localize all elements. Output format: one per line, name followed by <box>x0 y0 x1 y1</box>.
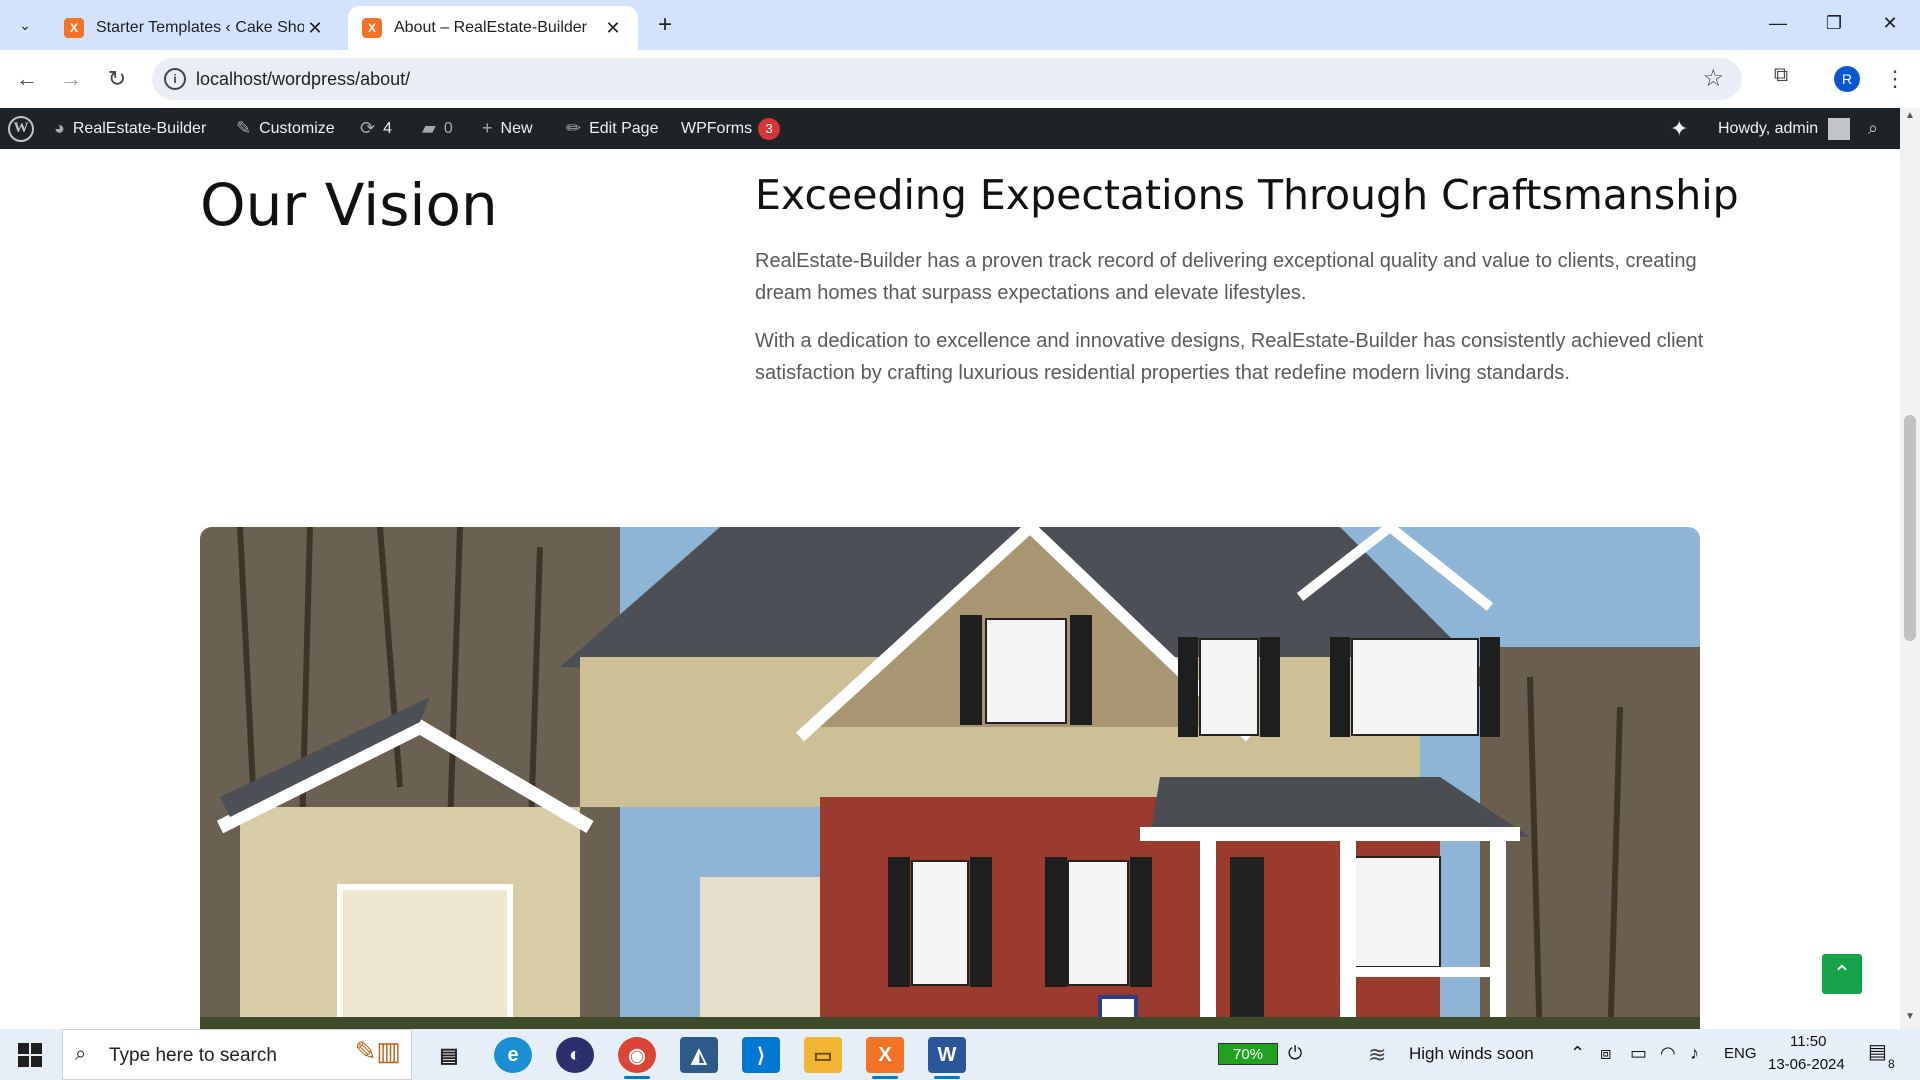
url-text[interactable]: localhost/wordpress/about/ <box>196 69 410 90</box>
tab-starter-templates[interactable]: X Starter Templates ‹ Cake Shop – ✕ <box>50 6 340 50</box>
wp-logo-menu[interactable]: W <box>8 108 34 149</box>
xampp-favicon-icon: X <box>362 18 382 38</box>
search-highlight-icon: ✎▥ <box>354 1036 401 1066</box>
paragraph-dedication: With a dedication to excellence and inno… <box>755 330 1704 384</box>
clock-time[interactable]: 11:50 <box>1790 1033 1826 1050</box>
back-icon[interactable]: ← <box>12 64 42 94</box>
edit-page-label: Edit Page <box>589 119 659 137</box>
customize-link[interactable]: ✎ Customize <box>236 108 335 149</box>
notification-count: 8 <box>1888 1057 1895 1071</box>
new-tab-button[interactable]: + <box>650 10 680 40</box>
updates-count: 4 <box>383 119 392 137</box>
browser-menu-icon[interactable]: ⋮ <box>1880 64 1910 94</box>
reload-icon[interactable]: ↻ <box>102 64 132 94</box>
taskbar-search-box[interactable]: ⌕ Type here to search ✎▥ <box>62 1029 412 1080</box>
clock-date[interactable]: 13-06-2024 <box>1768 1056 1845 1073</box>
scroll-down-arrow-icon[interactable]: ▼ <box>1900 1011 1920 1027</box>
word-active-indicator <box>934 1076 960 1079</box>
dashboard-icon: ◕ <box>54 118 65 138</box>
wifi-icon[interactable]: ◠ <box>1660 1043 1676 1064</box>
xampp-active-indicator <box>872 1076 898 1079</box>
edit-page-link[interactable]: ✏ Edit Page <box>566 108 658 149</box>
new-content-menu[interactable]: + New <box>482 108 533 149</box>
tab-title: About – RealEstate-Builder <box>394 19 587 36</box>
notification-center-icon[interactable]: ▤ <box>1868 1039 1887 1064</box>
close-tab-icon[interactable]: ✕ <box>304 18 326 39</box>
meet-now-icon[interactable]: ⧈ <box>1600 1043 1611 1064</box>
xampp-icon[interactable]: X <box>866 1037 904 1073</box>
plug-icon: ⏻ <box>1288 1043 1303 1063</box>
volume-icon[interactable]: ♪ <box>1690 1043 1699 1064</box>
chrome-icon[interactable]: ◉ <box>618 1037 656 1073</box>
mysql-workbench-icon[interactable]: ◭ <box>680 1037 718 1073</box>
plus-icon: + <box>482 118 493 138</box>
howdy-label: Howdy, admin <box>1718 119 1819 137</box>
xampp-favicon-icon: X <box>64 18 84 38</box>
extensions-icon[interactable]: ⧉ <box>1766 64 1796 94</box>
minimize-icon[interactable]: — <box>1758 8 1798 38</box>
show-hidden-icons-chevron[interactable]: ⌃ <box>1570 1043 1585 1064</box>
task-view-icon[interactable]: ▤ <box>430 1037 468 1073</box>
edge-icon[interactable]: e <box>494 1037 532 1073</box>
comment-icon: ▰ <box>422 118 436 138</box>
admin-search-icon[interactable]: ⌕ <box>1868 108 1878 149</box>
browser-toolbar: ← → ↻ i localhost/wordpress/about/ ☆ ⧉ R… <box>0 50 1920 108</box>
scroll-to-top-button[interactable]: ⌃ <box>1822 954 1862 994</box>
battery-icon[interactable]: ▭ <box>1630 1043 1647 1064</box>
site-name-menu[interactable]: ◕ RealEstate-Builder <box>54 108 206 149</box>
my-account-menu[interactable]: Howdy, admin <box>1718 108 1851 149</box>
word-icon[interactable]: W <box>928 1037 966 1073</box>
admin-avatar <box>1828 117 1851 140</box>
tab-search-chevron-icon[interactable]: ⌄ <box>10 10 40 40</box>
vscode-icon[interactable]: ⟩ <box>742 1037 780 1073</box>
search-placeholder: Type here to search <box>109 1045 277 1066</box>
file-explorer-icon[interactable]: ▭ <box>804 1037 842 1073</box>
wpforms-notification-badge: 3 <box>758 117 781 140</box>
wind-icon: ≋ <box>1368 1042 1387 1067</box>
scrollbar-thumb[interactable] <box>1904 415 1916 641</box>
tab-about[interactable]: X About – RealEstate-Builder ✕ <box>348 6 638 50</box>
paragraph-track-record: RealEstate-Builder has a proven track re… <box>755 250 1697 304</box>
customize-label: Customize <box>259 119 335 137</box>
windows-start-icon[interactable] <box>18 1043 42 1067</box>
restore-icon[interactable]: ❐ <box>1814 8 1854 38</box>
vision-heading: Our Vision <box>200 171 498 239</box>
close-window-icon[interactable]: ✕ <box>1870 8 1910 38</box>
search-icon: ⌕ <box>75 1043 87 1065</box>
page-scrollbar[interactable]: ▲ ▼ <box>1900 108 1920 1029</box>
forward-icon[interactable]: → <box>56 64 86 94</box>
site-name-label: RealEstate-Builder <box>72 119 207 137</box>
updates-link[interactable]: ⟳ 4 <box>360 108 392 149</box>
new-label: New <box>500 119 533 137</box>
bookmark-star-icon[interactable]: ☆ <box>1702 64 1724 93</box>
language-indicator[interactable]: ENG <box>1724 1045 1757 1062</box>
page-content: Our Vision Exceeding Expectations Throug… <box>0 149 1900 1029</box>
windows-taskbar: ⌕ Type here to search ✎▥ ▤ e ◐ ◉ ◭ ⟩ ▭ X… <box>0 1029 1920 1080</box>
browser-tab-strip: ⌄ X Starter Templates ‹ Cake Shop – ✕ X … <box>0 0 1920 50</box>
profile-avatar[interactable]: R <box>1834 66 1860 92</box>
comments-link[interactable]: ▰ 0 <box>422 108 453 149</box>
battery-meter[interactable]: 70% <box>1218 1043 1278 1065</box>
ai-sparkle-icon[interactable]: ✦ <box>1670 108 1688 149</box>
weather-text[interactable]: High winds soon <box>1409 1044 1534 1064</box>
wpforms-label: WPForms <box>681 119 753 137</box>
wp-admin-bar: W ◕ RealEstate-Builder ✎ Customize ⟳ 4 ▰… <box>0 108 1920 149</box>
address-bar[interactable]: i localhost/wordpress/about/ ☆ <box>152 58 1742 100</box>
eclipse-icon[interactable]: ◐ <box>556 1037 594 1073</box>
chrome-active-indicator <box>624 1076 650 1079</box>
close-tab-icon[interactable]: ✕ <box>602 18 624 39</box>
house-hero-image <box>200 527 1700 1029</box>
comments-count: 0 <box>443 119 453 137</box>
pencil-icon: ✏ <box>566 118 582 138</box>
site-info-icon[interactable]: i <box>164 68 186 90</box>
section-title: Exceeding Expectations Through Craftsman… <box>755 171 1739 219</box>
tab-title: Starter Templates ‹ Cake Shop – <box>96 19 304 36</box>
paintbrush-icon: ✎ <box>236 118 252 138</box>
updates-icon: ⟳ <box>360 118 376 138</box>
wordpress-logo-icon: W <box>8 115 34 142</box>
wpforms-menu[interactable]: WPForms 3 <box>681 108 781 149</box>
scroll-up-arrow-icon[interactable]: ▲ <box>1900 110 1920 126</box>
